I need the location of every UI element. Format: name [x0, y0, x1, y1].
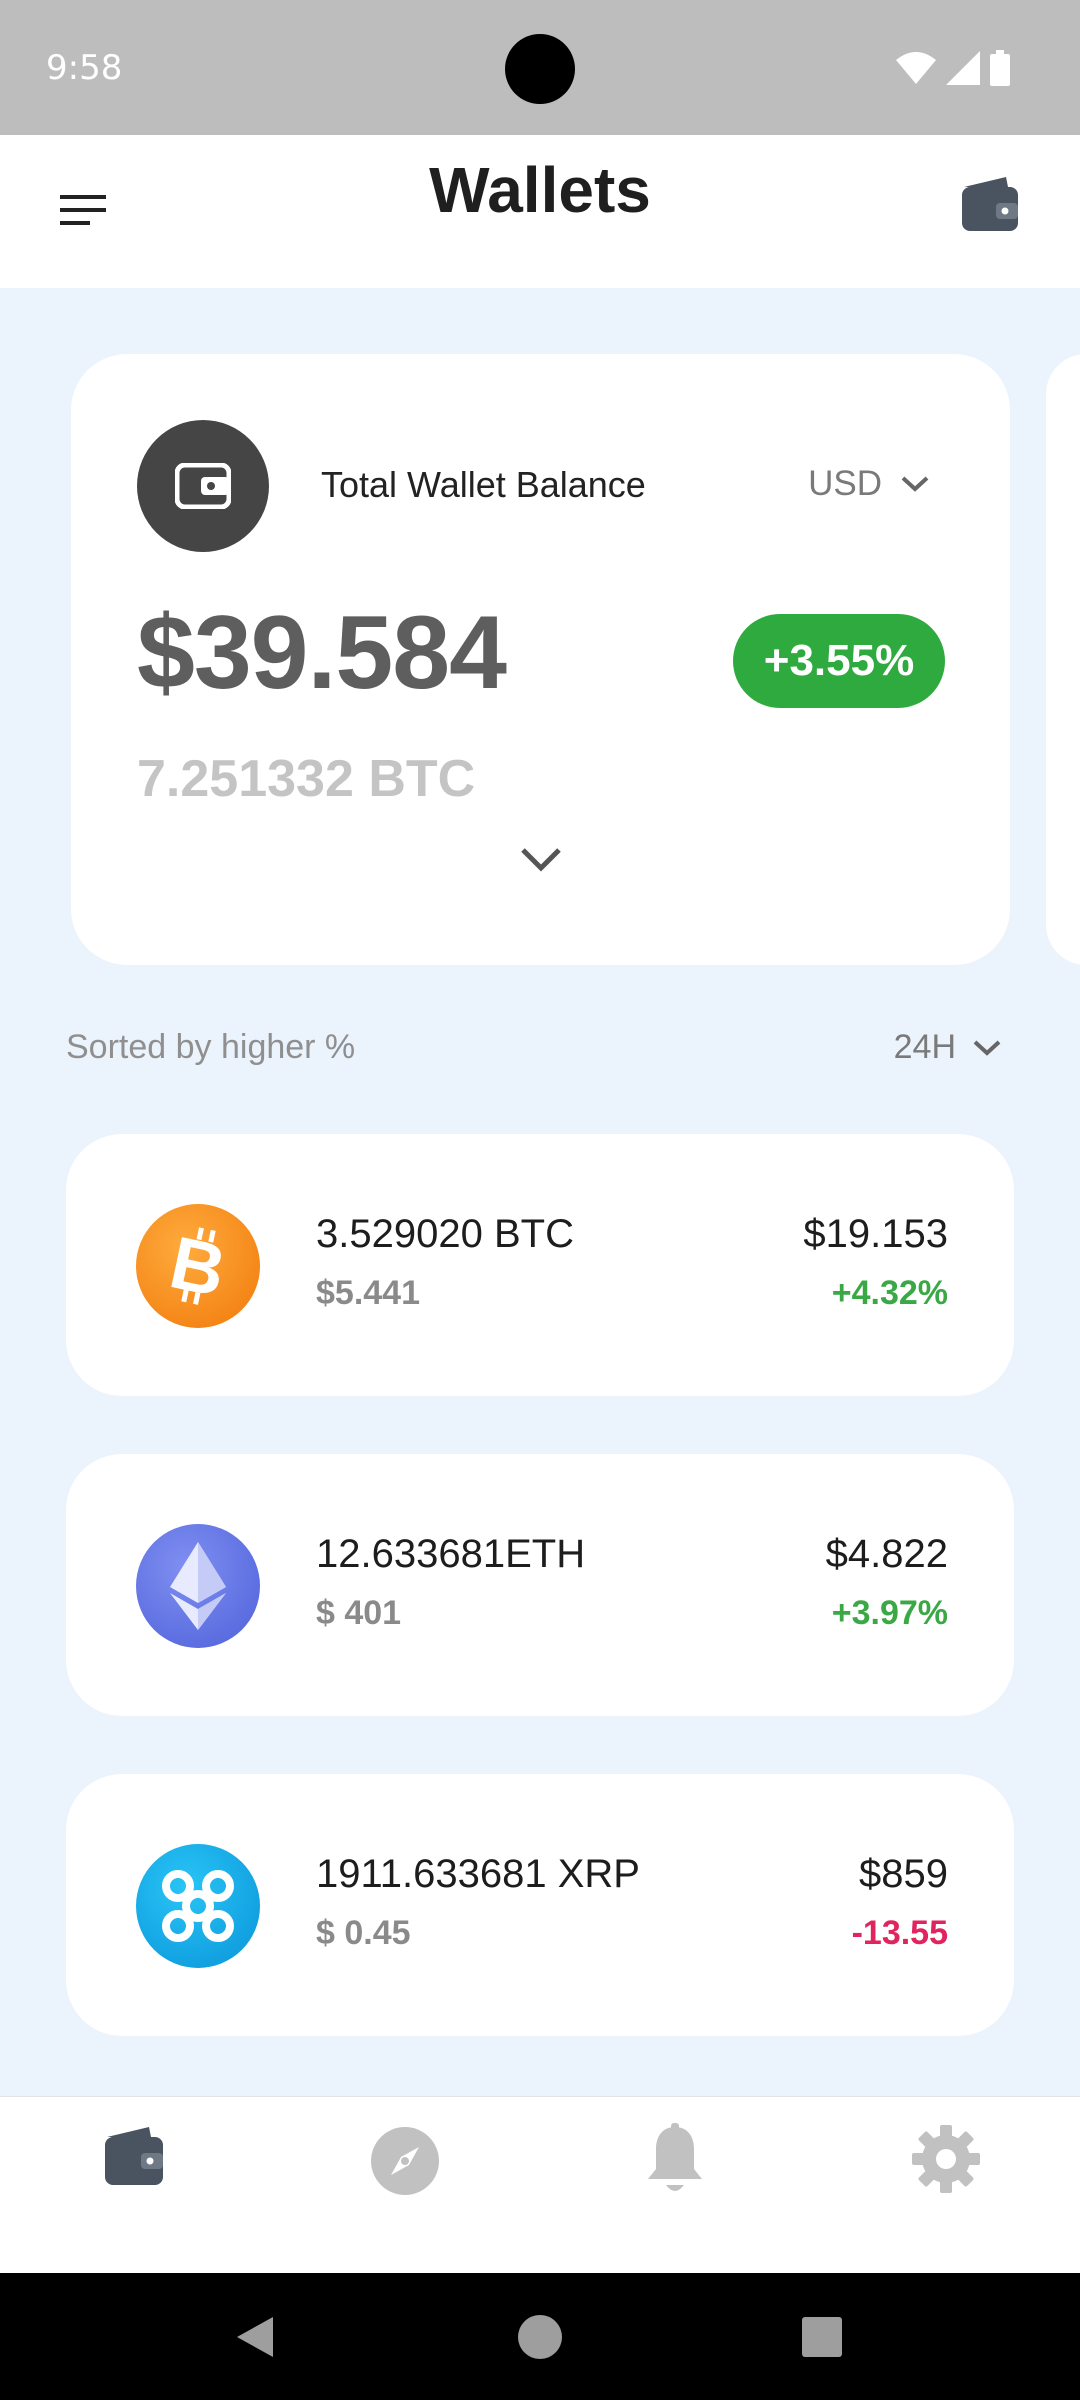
coin-change: -13.55: [851, 1914, 948, 1952]
recents-icon[interactable]: [801, 2316, 843, 2358]
coin-amount: 3.529020 BTC: [316, 1212, 574, 1256]
coin-card[interactable]: 12.633681ETH $ 401 $4.822 +3.97%: [66, 1454, 1014, 1716]
coin-card[interactable]: 1911.633681 XRP $ 0.45 $859 -13.55: [66, 1774, 1014, 2036]
next-card-peek[interactable]: [1046, 354, 1080, 965]
xrp-logo: [136, 1844, 260, 1968]
wallet-icon[interactable]: [958, 173, 1022, 237]
page-title: Wallets: [429, 154, 651, 226]
currency-selector[interactable]: USD: [808, 464, 930, 504]
chevron-down-icon[interactable]: [519, 844, 563, 874]
period-label: 24H: [893, 1028, 956, 1066]
balance-change-badge: +3.55%: [733, 614, 945, 708]
signal-icon: [946, 51, 980, 85]
coin-price: $5.441: [316, 1274, 420, 1312]
balance-amount: $39.584: [137, 595, 507, 711]
coin-change: +3.97%: [831, 1594, 948, 1632]
ethereum-logo: [136, 1524, 260, 1648]
compass-icon[interactable]: [369, 2125, 441, 2197]
coin-amount: 1911.633681 XRP: [316, 1852, 640, 1896]
gear-icon[interactable]: [910, 2123, 982, 2195]
status-icons: [896, 50, 1010, 86]
xrp-icon: [162, 1870, 234, 1942]
sort-label: Sorted by higher %: [66, 1028, 356, 1066]
home-icon[interactable]: [517, 2314, 563, 2360]
period-selector[interactable]: 24H: [894, 1028, 1002, 1067]
bottom-nav: [0, 2096, 1080, 2273]
balance-card[interactable]: Total Wallet Balance USD $39.584 +3.55% …: [71, 354, 1010, 965]
coin-price: $ 401: [316, 1594, 402, 1632]
currency-label: USD: [808, 464, 882, 503]
coin-value: $4.822: [825, 1532, 948, 1576]
chevron-down-icon: [973, 1040, 1001, 1056]
system-nav-bar: [0, 2273, 1080, 2400]
status-time: 9:58: [46, 48, 123, 88]
app-bar: Wallets: [0, 135, 1080, 288]
balance-btc: 7.251332 BTC: [137, 750, 476, 808]
bitcoin-icon: B: [163, 1226, 233, 1306]
coin-card[interactable]: B 3.529020 BTC $5.441 $19.153 +4.32%: [66, 1134, 1014, 1396]
sort-row: Sorted by higher % 24H: [66, 1028, 1002, 1072]
status-bar: 9:58: [0, 0, 1080, 135]
coin-amount: 12.633681ETH: [316, 1532, 586, 1576]
coin-price: $ 0.45: [316, 1914, 411, 1952]
coin-value: $859: [859, 1852, 948, 1896]
wallet-icon[interactable]: [101, 2125, 167, 2189]
wallet-icon: [175, 463, 231, 509]
ethereum-icon: [170, 1542, 226, 1630]
bitcoin-logo: B: [136, 1204, 260, 1328]
back-icon[interactable]: [233, 2313, 277, 2361]
wifi-icon: [896, 52, 936, 84]
coin-change: +4.32%: [831, 1274, 948, 1312]
camera-cutout: [505, 34, 575, 104]
balance-label: Total Wallet Balance: [321, 464, 646, 505]
wallet-avatar: [137, 420, 269, 552]
chevron-down-icon: [901, 476, 929, 492]
battery-icon: [990, 50, 1010, 86]
coin-value: $19.153: [803, 1212, 948, 1256]
bell-icon[interactable]: [644, 2123, 706, 2197]
